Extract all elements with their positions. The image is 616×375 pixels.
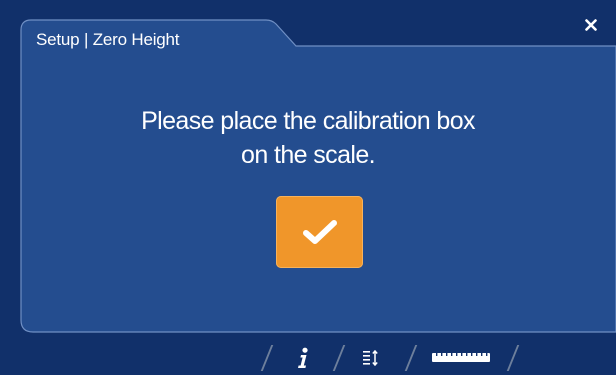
page-title: Setup | Zero Height (36, 30, 180, 49)
list-sort-icon (363, 350, 378, 366)
list-sort-button[interactable] (360, 348, 382, 368)
dialog-panel (20, 19, 616, 333)
instruction-message: Please place the calibration box on the … (60, 104, 556, 172)
setup-screen: Setup | Zero Height Please place the cal… (0, 0, 616, 375)
checkmark-icon (302, 220, 337, 244)
info-icon (298, 347, 308, 368)
ruler-button[interactable] (430, 349, 492, 365)
close-button[interactable] (580, 14, 602, 36)
message-line: Please place the calibration box (141, 107, 475, 135)
confirm-button[interactable] (276, 196, 363, 268)
message-line: on the scale. (241, 141, 376, 169)
info-button[interactable] (292, 346, 314, 370)
close-icon (585, 19, 597, 31)
ruler-icon (432, 353, 490, 362)
